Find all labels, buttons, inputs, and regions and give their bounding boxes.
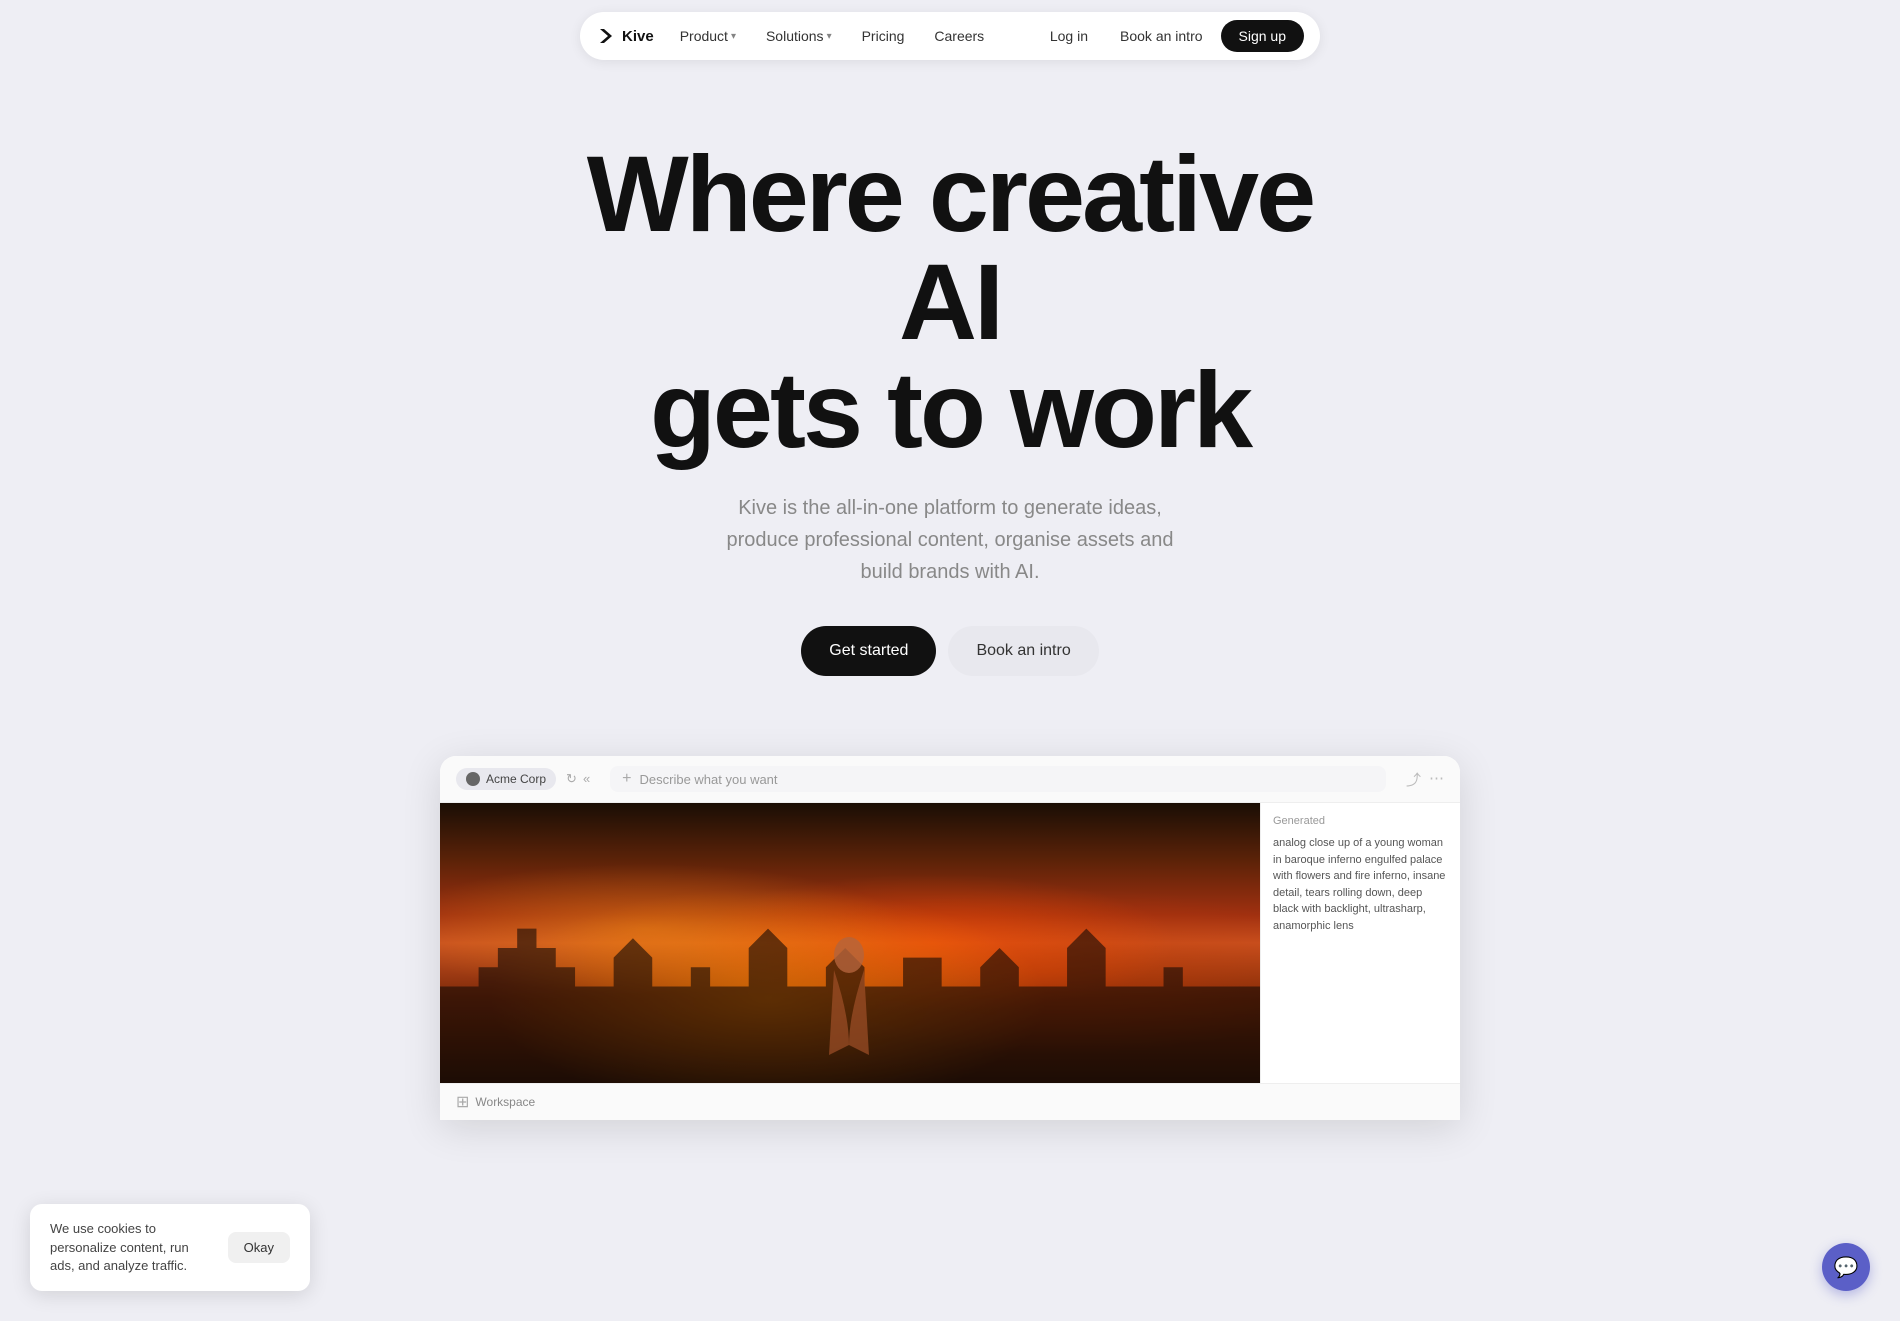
hero-subtitle: Kive is the all-in-one platform to gener… [710, 492, 1190, 588]
generated-label: Generated [1273, 815, 1448, 827]
chevron-down-icon: ▾ [827, 31, 832, 42]
workspace-label: Workspace [475, 1095, 535, 1109]
figure-silhouette [809, 935, 889, 1055]
toolbar-right-icons: ⤴ ⋯ [1406, 769, 1444, 790]
generated-text: analog close up of a young woman in baro… [1273, 835, 1448, 934]
book-intro-button-nav[interactable]: Book an intro [1106, 21, 1217, 51]
share-icon[interactable]: ⤴ [1406, 769, 1421, 790]
workspace-name: Acme Corp [486, 772, 546, 786]
workspace-dot [466, 772, 480, 786]
nav-logo[interactable]: Kive [596, 26, 654, 46]
demo-main-canvas [440, 803, 1260, 1083]
prompt-placeholder: Describe what you want [640, 772, 778, 787]
nav-solutions[interactable]: Solutions ▾ [752, 21, 846, 51]
chat-button[interactable]: 💬 [1822, 1243, 1870, 1291]
nav-product[interactable]: Product ▾ [666, 21, 750, 51]
demo-content: Generated analog close up of a young wom… [440, 803, 1460, 1083]
demo-bottom-bar: ⊞ Workspace [440, 1083, 1460, 1120]
navbar: Kive Product ▾ Solutions ▾ Pricing Caree… [580, 12, 1320, 60]
grid-icon: ⊞ [456, 1092, 469, 1112]
get-started-button[interactable]: Get started [801, 626, 936, 676]
plus-icon: + [622, 770, 631, 788]
nav-actions: Log in Book an intro Sign up [1036, 20, 1304, 52]
toolbar-nav-icons: ↻ « [566, 771, 590, 787]
nav-links: Product ▾ Solutions ▾ Pricing Careers [666, 21, 1032, 51]
refresh-icon[interactable]: ↻ [566, 771, 577, 787]
prompt-area[interactable]: + Describe what you want [610, 766, 1386, 792]
workspace-badge[interactable]: Acme Corp [456, 768, 556, 790]
demo-toolbar: Acme Corp ↻ « + Describe what you want ⤴… [440, 756, 1460, 803]
demo-generated-image [440, 803, 1260, 1083]
nav-pricing[interactable]: Pricing [848, 21, 919, 51]
nav-careers[interactable]: Careers [920, 21, 998, 51]
kive-logo-icon [596, 26, 616, 46]
signup-button[interactable]: Sign up [1221, 20, 1304, 52]
cookie-banner: We use cookies to personalize content, r… [30, 1204, 310, 1291]
cookie-text: We use cookies to personalize content, r… [50, 1220, 216, 1275]
collapse-icon[interactable]: « [583, 771, 590, 787]
hero-section: Where creative AI gets to work Kive is t… [0, 0, 1900, 736]
demo-window: Acme Corp ↻ « + Describe what you want ⤴… [440, 756, 1460, 1120]
hero-title: Where creative AI gets to work [540, 140, 1360, 464]
cookie-okay-button[interactable]: Okay [228, 1232, 290, 1263]
chat-icon: 💬 [1834, 1255, 1859, 1280]
hero-cta: Get started Book an intro [801, 626, 1098, 676]
menu-icon[interactable]: ⋯ [1429, 769, 1444, 790]
chevron-down-icon: ▾ [731, 31, 736, 42]
nav-logo-text: Kive [622, 28, 654, 45]
demo-section: Acme Corp ↻ « + Describe what you want ⤴… [0, 756, 1900, 1120]
demo-generated-panel: Generated analog close up of a young wom… [1260, 803, 1460, 1083]
login-button[interactable]: Log in [1036, 21, 1102, 51]
book-intro-button-hero[interactable]: Book an intro [948, 626, 1098, 676]
